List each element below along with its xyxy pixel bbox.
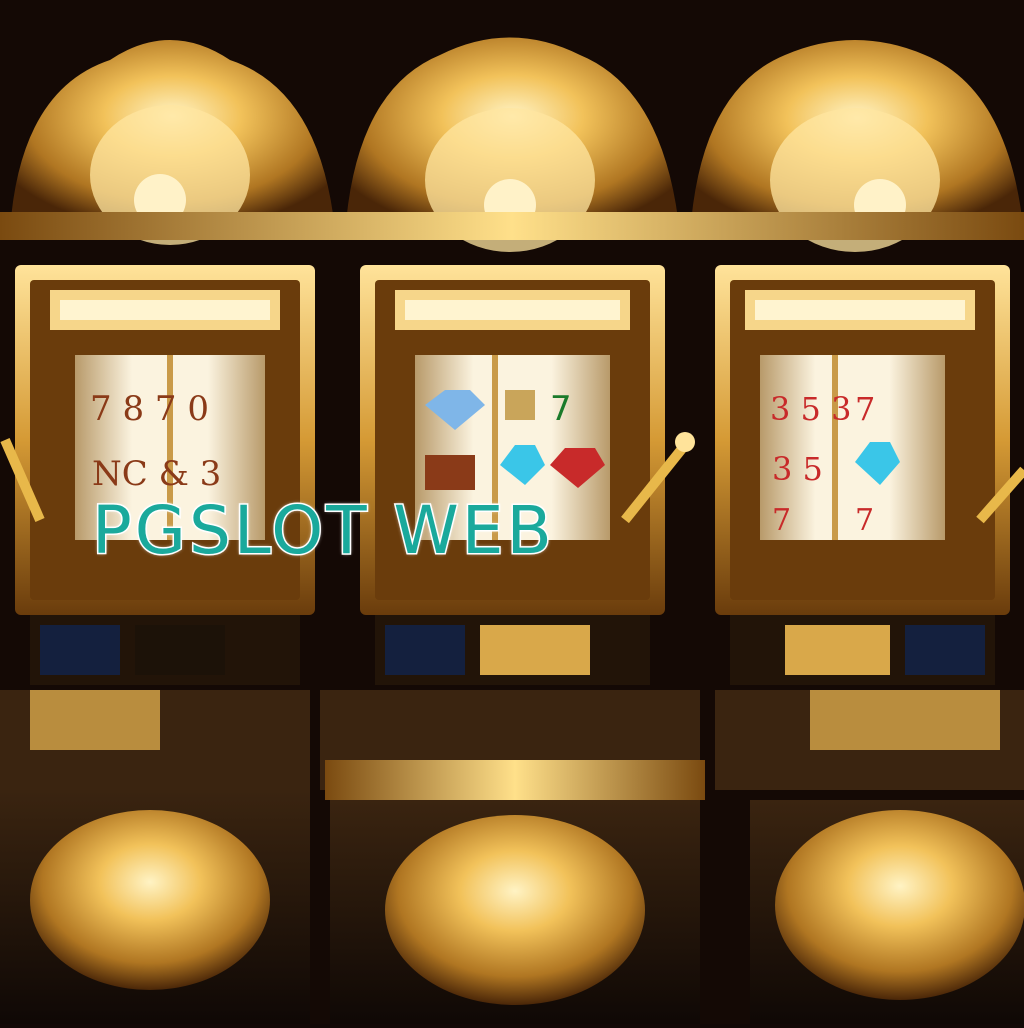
top-gold-band (0, 212, 1024, 240)
svg-text:7: 7 (550, 389, 572, 429)
center-slot-machine: 7 (320, 265, 705, 1024)
svg-text:7: 7 (772, 503, 791, 538)
right-slot-machine: 3 5 3 7 3 5 7 7 (715, 265, 1024, 1024)
svg-text:3 5 3: 3 5 3 (770, 390, 851, 428)
svg-text:3 5: 3 5 (772, 450, 823, 488)
overlay-title: PGSLOT WEB (91, 491, 555, 571)
left-slot-machine: 7 8 7 0 NC & 3 (0, 265, 315, 1024)
svg-text:7: 7 (855, 503, 874, 538)
svg-text:7: 7 (855, 390, 875, 428)
svg-text:NC & 3: NC & 3 (92, 454, 221, 494)
svg-text:7 8 7 0: 7 8 7 0 (90, 389, 209, 429)
